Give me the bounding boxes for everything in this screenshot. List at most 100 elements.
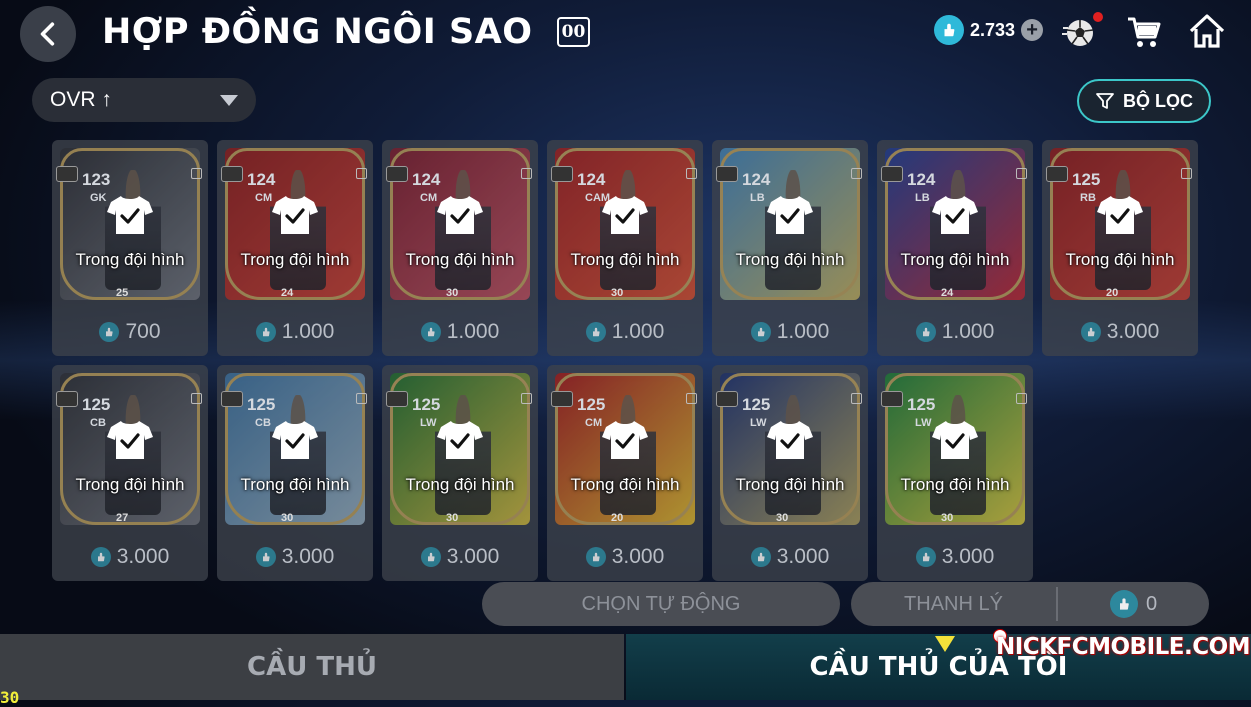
tab-players[interactable]: CẦU THỦ xyxy=(0,634,624,700)
card-price: 3.000 xyxy=(52,545,208,569)
shirt-check-icon xyxy=(437,196,483,234)
shirt-check-icon xyxy=(602,421,648,459)
notification-dot xyxy=(1093,12,1103,22)
squad-status-label: Trong đội hình xyxy=(735,475,845,494)
chemistry-icon xyxy=(716,391,738,407)
card-position: LW xyxy=(420,417,437,429)
player-card[interactable]: 125 LW 30 Trong đội hình 3.000 xyxy=(712,365,868,581)
watermark-logo: NICKFCMOBILE.COM xyxy=(996,634,1251,660)
player-card[interactable]: 125 CM 20 Trong đội hình 3.000 xyxy=(547,365,703,581)
card-upgrade-level: 30 xyxy=(446,287,459,299)
fps-counter: 30 xyxy=(0,688,20,707)
chemistry-icon xyxy=(221,166,243,182)
currency-display: 2.733 + xyxy=(934,15,1044,45)
card-upgrade-level: 20 xyxy=(1106,287,1119,299)
shirt-check-icon xyxy=(107,421,153,459)
card-upgrade-level: 25 xyxy=(116,287,129,299)
player-card[interactable]: 125 LW 30 Trong đội hình 3.000 xyxy=(382,365,538,581)
coin-icon xyxy=(915,547,936,567)
coin-icon xyxy=(420,322,441,342)
player-card[interactable]: 125 RB 20 Trong đội hình 3.000 xyxy=(1042,140,1198,356)
player-card[interactable]: 124 LB 24 Trong đội hình 1.000 xyxy=(877,140,1033,356)
sell-total-value: 0 xyxy=(1145,592,1158,615)
player-card[interactable]: 124 LB Trong đội hình 1.000 xyxy=(712,140,868,356)
coin-icon xyxy=(585,547,606,567)
card-ovr: 124 xyxy=(577,170,606,189)
card-price: 3.000 xyxy=(217,545,373,569)
squad-status-label: Trong đội hình xyxy=(240,475,350,494)
card-position: LW xyxy=(915,417,932,429)
back-button[interactable] xyxy=(20,6,76,62)
chemistry-icon xyxy=(386,166,408,182)
card-price: 1.000 xyxy=(217,320,373,344)
shirt-check-icon xyxy=(1097,196,1143,234)
chemistry-icon xyxy=(881,391,903,407)
player-card[interactable]: 125 CB 30 Trong đội hình 3.000 xyxy=(217,365,373,581)
coin-icon xyxy=(585,322,606,342)
price-value: 3.000 xyxy=(446,545,500,568)
card-ovr: 125 xyxy=(1072,170,1101,189)
sell-button[interactable]: THANH LÝ xyxy=(851,593,1056,616)
currency-amount: 2.733 xyxy=(970,19,1016,40)
player-card[interactable]: 125 LW 30 Trong đội hình 3.000 xyxy=(877,365,1033,581)
card-position: RB xyxy=(1080,192,1096,204)
auto-select-button[interactable]: CHỌN TỰ ĐỘNG xyxy=(482,582,840,626)
card-upgrade-level: 30 xyxy=(941,512,954,524)
sort-dropdown[interactable]: OVR ↑ xyxy=(32,78,256,122)
card-price: 700 xyxy=(52,320,208,344)
squad-status-label: Trong đội hình xyxy=(570,475,680,494)
home-icon[interactable] xyxy=(1188,12,1226,50)
chemistry-icon xyxy=(551,391,573,407)
card-ovr: 125 xyxy=(82,395,111,414)
card-position: CM xyxy=(585,417,603,429)
lock-icon xyxy=(1181,168,1192,179)
lock-icon xyxy=(191,393,202,404)
coin-icon xyxy=(934,15,964,45)
shirt-check-icon xyxy=(932,421,978,459)
card-position: CB xyxy=(90,417,106,429)
shirt-check-icon xyxy=(767,421,813,459)
player-card[interactable]: 124 CAM 30 Trong đội hình 1.000 xyxy=(547,140,703,356)
player-card[interactable]: 125 CB 27 Trong đội hình 3.000 xyxy=(52,365,208,581)
lock-icon xyxy=(356,393,367,404)
ball-pass-icon[interactable] xyxy=(1062,16,1098,48)
lock-icon xyxy=(521,168,532,179)
price-value: 1.000 xyxy=(941,320,995,343)
chemistry-icon xyxy=(386,391,408,407)
card-ovr: 125 xyxy=(742,395,771,414)
squad-status-label: Trong đội hình xyxy=(900,250,1010,269)
cart-icon[interactable] xyxy=(1126,14,1162,50)
card-position: CB xyxy=(255,417,271,429)
active-tab-indicator xyxy=(935,636,955,652)
shirt-check-icon xyxy=(437,421,483,459)
filter-button[interactable]: BỘ LỌC xyxy=(1077,79,1211,123)
coin-icon xyxy=(255,547,276,567)
coin-icon xyxy=(915,322,936,342)
card-position: GK xyxy=(90,192,107,204)
lock-icon xyxy=(686,393,697,404)
filter-label: BỘ LỌC xyxy=(1123,90,1193,111)
coin-icon xyxy=(99,322,120,342)
shirt-check-icon xyxy=(272,421,318,459)
add-currency-button[interactable]: + xyxy=(1021,19,1044,41)
coin-icon xyxy=(1080,322,1101,342)
card-ovr: 125 xyxy=(577,395,606,414)
chemistry-icon xyxy=(716,166,738,182)
card-position: CM xyxy=(420,192,438,204)
player-card[interactable]: 123 GK 25 Trong đội hình 700 xyxy=(52,140,208,356)
card-price: 1.000 xyxy=(382,320,538,344)
lock-icon xyxy=(521,393,532,404)
coin-icon xyxy=(90,547,111,567)
sort-label: OVR ↑ xyxy=(50,88,112,111)
caret-down-icon xyxy=(220,94,238,106)
player-card[interactable]: 124 CM 30 Trong đội hình 1.000 xyxy=(382,140,538,356)
card-upgrade-level: 30 xyxy=(776,512,789,524)
shirt-check-icon xyxy=(107,196,153,234)
card-price: 1.000 xyxy=(712,320,868,344)
price-value: 700 xyxy=(125,320,161,343)
card-ovr: 123 xyxy=(82,170,111,189)
coin-icon xyxy=(750,322,771,342)
card-upgrade-level: 20 xyxy=(611,512,624,524)
player-card[interactable]: 124 CM 24 Trong đội hình 1.000 xyxy=(217,140,373,356)
price-value: 1.000 xyxy=(776,320,830,343)
